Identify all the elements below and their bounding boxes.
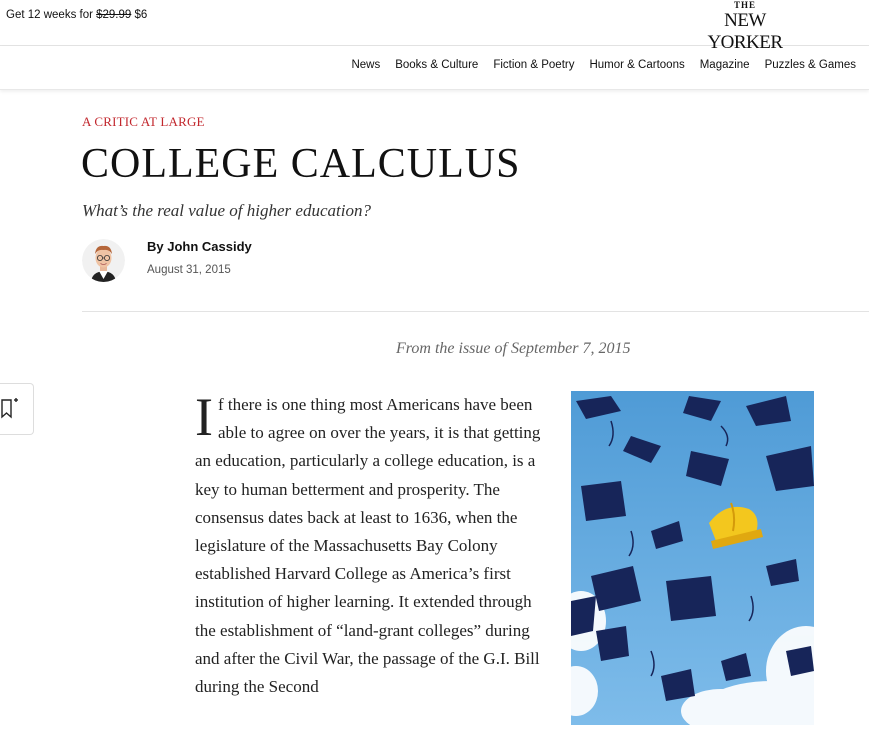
top-bar: Get 12 weeks for $29.99 $6 THE NEW YORKE… — [0, 0, 869, 53]
author-avatar[interactable] — [82, 239, 125, 282]
article-body-text: f there is one thing most Americans have… — [195, 395, 541, 697]
bookmark-button[interactable] — [0, 383, 34, 435]
article-headline: COLLEGE CALCULUS — [81, 141, 521, 187]
subscription-promo[interactable]: Get 12 weeks for $29.99 $6 — [6, 9, 147, 21]
article-rubric[interactable]: A CRITIC AT LARGE — [82, 114, 205, 130]
promo-old-price: $29.99 — [96, 9, 132, 21]
issue-label[interactable]: From the issue of September 7, 2015 — [396, 340, 630, 358]
nav-books-culture[interactable]: Books & Culture — [395, 59, 478, 71]
header-divider — [82, 311, 869, 312]
author-byline[interactable]: By John Cassidy — [147, 239, 252, 254]
nav-humor-cartoons[interactable]: Humor & Cartoons — [589, 59, 684, 71]
nav-news[interactable]: News — [351, 59, 380, 71]
article-illustration[interactable] — [571, 391, 814, 725]
logo-the: THE — [733, 0, 756, 10]
bookmark-add-icon — [1, 398, 18, 419]
promo-text: Get 12 weeks for — [6, 9, 97, 21]
nav-puzzles-games[interactable]: Puzzles & Games — [765, 59, 856, 71]
publish-date: August 31, 2015 — [147, 264, 231, 276]
drop-cap: I — [195, 387, 213, 447]
main-nav: News Books & Culture Fiction & Poetry Hu… — [0, 46, 869, 90]
promo-new-price: $6 — [131, 9, 148, 21]
nav-magazine[interactable]: Magazine — [700, 59, 750, 71]
graduation-caps-illustration — [571, 391, 814, 725]
nav-fiction-poetry[interactable]: Fiction & Poetry — [493, 59, 574, 71]
article-body: If there is one thing most Americans hav… — [195, 387, 550, 701]
article-dek: What’s the real value of higher educatio… — [82, 201, 371, 220]
